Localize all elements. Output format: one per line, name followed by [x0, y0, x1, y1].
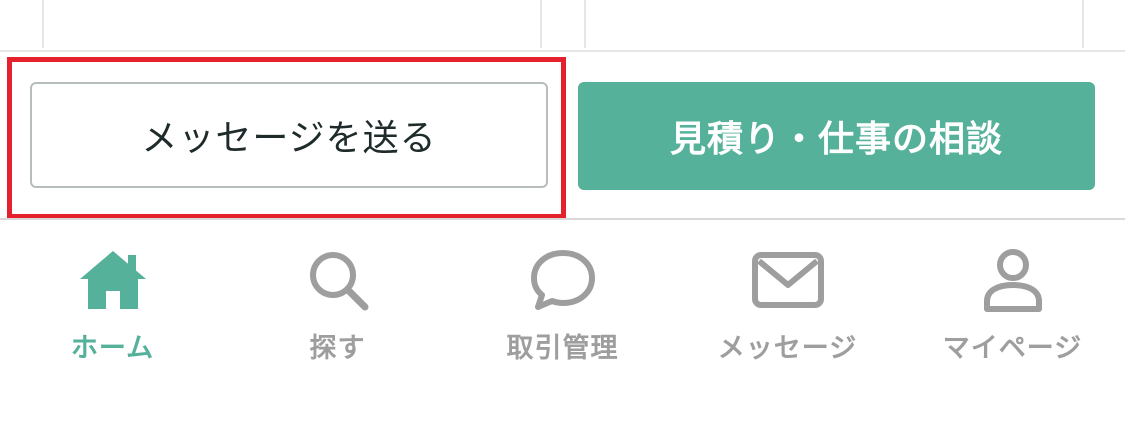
content-card-left[interactable] — [42, 0, 542, 48]
nav-item-search[interactable]: 探す — [225, 220, 450, 390]
home-icon — [73, 246, 153, 314]
chat-bubble-icon — [523, 246, 603, 314]
nav-item-messages[interactable]: メッセージ — [675, 220, 900, 390]
nav-label-messages: メッセージ — [717, 333, 858, 364]
send-message-button[interactable]: メッセージを送る — [30, 82, 548, 188]
content-card-right[interactable] — [584, 0, 1084, 48]
search-icon — [298, 246, 378, 314]
nav-label-mypage: マイページ — [942, 333, 1083, 364]
nav-label-search: 探す — [309, 333, 366, 364]
nav-label-home: ホーム — [70, 333, 155, 364]
nav-label-transactions: 取引管理 — [506, 333, 619, 364]
bottom-nav: ホーム 探す 取引管理 メッセージ マイページ — [0, 218, 1125, 424]
nav-item-home[interactable]: ホーム — [0, 220, 225, 390]
user-icon — [973, 246, 1053, 314]
envelope-icon — [748, 246, 828, 314]
nav-item-mypage[interactable]: マイページ — [900, 220, 1125, 390]
nav-item-transactions[interactable]: 取引管理 — [450, 220, 675, 390]
estimate-consult-button[interactable]: 見積り・仕事の相談 — [578, 82, 1095, 190]
page: メッセージを送る 見積り・仕事の相談 ホーム 探す 取引管理 メッセージ マイペ… — [0, 0, 1125, 424]
content-strip — [0, 0, 1125, 52]
action-bar: メッセージを送る 見積り・仕事の相談 — [0, 52, 1125, 219]
